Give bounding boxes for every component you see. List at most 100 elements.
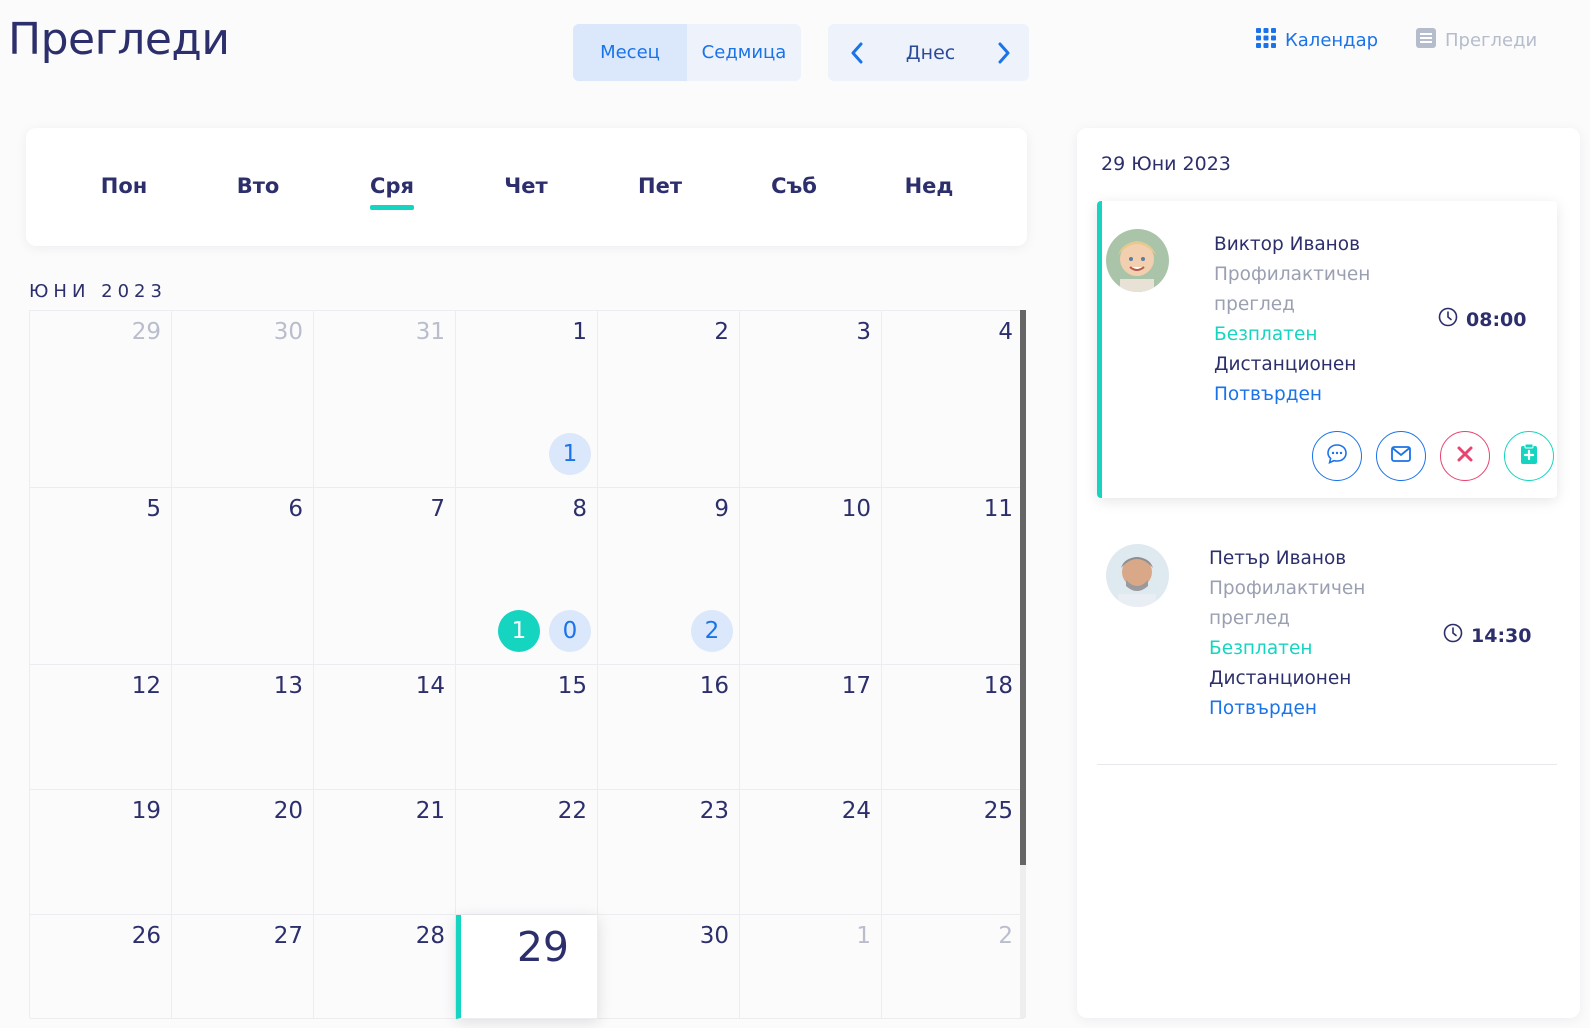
view-toggle: Месец Седмица [573, 24, 801, 81]
calendar-day[interactable]: 30 [172, 311, 314, 488]
selected-date: 29 Юни 2023 [1101, 153, 1231, 175]
chevron-right-icon[interactable] [993, 42, 1015, 64]
day-number: 27 [273, 923, 303, 949]
avatar [1106, 544, 1169, 607]
weekday-label: Пет [638, 174, 682, 198]
appointment-card[interactable]: Виктор Иванов Профилактичен преглед Безп… [1097, 201, 1557, 498]
weekday-label: Чет [504, 174, 548, 198]
appointment-info: Виктор Иванов Профилактичен преглед Безп… [1214, 230, 1384, 410]
day-number: 29 [516, 923, 569, 971]
day-number: 9 [714, 496, 729, 522]
day-number: 12 [131, 673, 161, 699]
appointment-card[interactable]: Петър Иванов Профилактичен преглед Безпл… [1097, 521, 1557, 765]
day-number: 29 [131, 319, 161, 345]
list-icon [1416, 28, 1436, 53]
calendar-day[interactable]: 19 [30, 790, 172, 915]
medical-report-button[interactable] [1504, 431, 1554, 481]
calendar-day[interactable]: 18 [882, 665, 1024, 790]
calendar-day[interactable]: 17 [740, 665, 882, 790]
calendar-day[interactable]: 24 [740, 790, 882, 915]
calendar-day[interactable]: 22 [456, 790, 598, 915]
calendar-day[interactable]: 14 [314, 665, 456, 790]
calendar-day[interactable]: 92 [598, 488, 740, 665]
calendar-day[interactable]: 28 [314, 915, 456, 1019]
calendar-day[interactable]: 16 [598, 665, 740, 790]
day-number: 16 [699, 673, 729, 699]
weekday-label: Сря [370, 174, 414, 210]
day-number: 14 [415, 673, 445, 699]
calendar-day[interactable]: 5 [30, 488, 172, 665]
day-number: 2 [998, 923, 1013, 949]
calendar-day[interactable]: 3 [740, 311, 882, 488]
calendar-day[interactable]: 29 [30, 311, 172, 488]
calendar-day[interactable]: 23 [598, 790, 740, 915]
patient-name: Виктор Иванов [1214, 234, 1361, 255]
day-appointments-panel: 29 Юни 2023 Виктор Иванов Профилактичен … [1077, 128, 1580, 1018]
appointment-count-badge[interactable]: 0 [549, 610, 591, 652]
calendar-day[interactable]: 25 [882, 790, 1024, 915]
calendar-day[interactable]: 15 [456, 665, 598, 790]
calendar-day[interactable]: 8 10 [456, 488, 598, 665]
clock-icon [1438, 307, 1458, 332]
calendar-day[interactable]: 2 [598, 311, 740, 488]
appointment-status: Потвърден [1214, 384, 1322, 405]
appointment-mode: Дистанционен [1214, 354, 1357, 375]
day-number: 15 [557, 673, 587, 699]
calendar-day[interactable]: 26 [30, 915, 172, 1019]
month-view-button[interactable]: Месец [573, 24, 687, 81]
day-number: 25 [983, 798, 1013, 824]
day-number: 18 [983, 673, 1013, 699]
calendar-day[interactable]: 11 [882, 488, 1024, 665]
calendar-day[interactable]: 11 [456, 311, 598, 488]
grid-icon [1256, 28, 1276, 53]
list-view-link[interactable]: Прегледи [1416, 28, 1537, 53]
calendar-scrollbar-thumb[interactable] [1020, 310, 1026, 865]
chevron-left-icon[interactable] [846, 42, 868, 64]
appointment-count-badge[interactable]: 1 [549, 433, 591, 475]
weekday-label: Вто [236, 174, 280, 198]
calendar-day[interactable]: 12 [30, 665, 172, 790]
appointment-count-badge[interactable]: 2 [691, 610, 733, 652]
appointment-time-value: 14:30 [1471, 624, 1532, 647]
calendar-day[interactable]: 30 [598, 915, 740, 1019]
email-button[interactable] [1376, 431, 1426, 481]
calendar-scrollbar[interactable] [1020, 310, 1026, 1018]
calendar-day[interactable]: 10 [740, 488, 882, 665]
today-button[interactable]: Днес [906, 42, 955, 64]
day-number: 2 [714, 319, 729, 345]
weekday-label: Пон [100, 174, 148, 198]
calendar-day[interactable]: 4 [882, 311, 1024, 488]
week-view-button[interactable]: Седмица [687, 24, 801, 81]
appointment-info: Петър Иванов Профилактичен преглед Безпл… [1209, 544, 1379, 724]
date-navigation: Днес [828, 24, 1029, 81]
day-number: 26 [131, 923, 161, 949]
weekday-label: Съб [771, 174, 817, 198]
day-number: 1 [856, 923, 871, 949]
calendar-day[interactable]: 20 [172, 790, 314, 915]
appointment-count-badge[interactable]: 1 [498, 610, 540, 652]
appointment-time: 08:00 [1438, 307, 1526, 332]
page-title: Прегледи [8, 14, 230, 65]
weekday-label: Нед [904, 174, 954, 198]
day-number: 19 [131, 798, 161, 824]
appointment-price: Безплатен [1214, 324, 1318, 345]
list-view-label: Прегледи [1445, 30, 1538, 51]
day-number: 20 [273, 798, 303, 824]
cancel-appointment-button[interactable] [1440, 431, 1490, 481]
chat-button[interactable] [1312, 431, 1362, 481]
calendar-day[interactable]: 6 [172, 488, 314, 665]
calendar-day-today[interactable]: 29 [456, 915, 598, 1019]
calendar-day[interactable]: 1 [740, 915, 882, 1019]
patient-name: Петър Иванов [1209, 548, 1347, 569]
day-number: 8 [572, 496, 587, 522]
day-number: 10 [841, 496, 871, 522]
calendar-view-link[interactable]: Календар [1256, 28, 1378, 53]
calendar-day[interactable]: 13 [172, 665, 314, 790]
calendar-day[interactable]: 7 [314, 488, 456, 665]
calendar-day[interactable]: 27 [172, 915, 314, 1019]
calendar-day[interactable]: 2 [882, 915, 1024, 1019]
day-number: 21 [415, 798, 445, 824]
calendar-day[interactable]: 31 [314, 311, 456, 488]
calendar-day[interactable]: 21 [314, 790, 456, 915]
month-label: ЮНИ 2023 [29, 281, 167, 302]
